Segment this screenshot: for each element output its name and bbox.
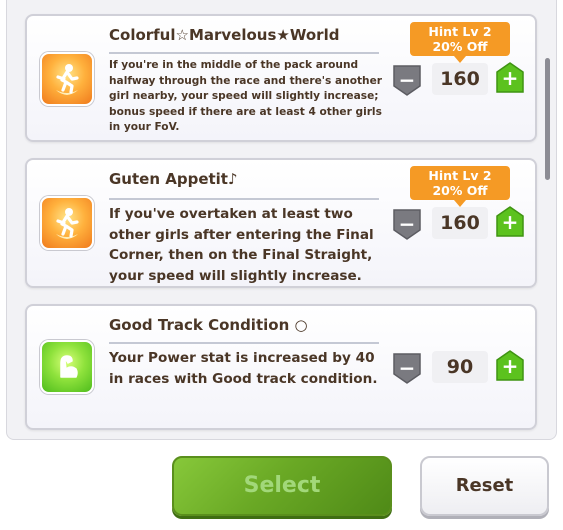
minus-icon: − <box>398 68 416 92</box>
skill-name: Good Track Condition ○ <box>109 316 308 334</box>
skill-card-guten-appetit[interactable]: Guten Appetit♪ If you've overtaken at le… <box>25 158 537 288</box>
decrease-button[interactable]: − <box>392 208 422 240</box>
speed-up-runner-icon <box>40 52 94 106</box>
hint-badge: Hint Lv 2 20% Off <box>410 22 510 63</box>
decrease-button[interactable]: − <box>392 64 422 96</box>
hint-level: Hint Lv 2 <box>428 24 492 39</box>
speed-up-runner-icon <box>40 196 94 250</box>
hint-badge: Hint Lv 2 20% Off <box>410 166 510 207</box>
skill-description: Your Power stat is increased by 40 in ra… <box>109 350 378 387</box>
skill-cost: 160 <box>432 63 488 95</box>
skill-card-colorful-marvelous-world[interactable]: Colorful☆Marvelous★World If you're in th… <box>25 14 537 142</box>
reset-button[interactable]: Reset <box>420 456 549 516</box>
hint-level: Hint Lv 2 <box>428 168 492 183</box>
minus-icon: − <box>398 356 416 380</box>
discount-label: 20% Off <box>432 39 488 54</box>
discount-label: 20% Off <box>432 183 488 198</box>
skill-cost: 160 <box>432 207 488 239</box>
plus-icon: + <box>501 66 519 90</box>
skill-card-good-track-condition[interactable]: Good Track Condition ○ Your Power stat i… <box>25 304 537 430</box>
skill-cost: 90 <box>432 351 488 383</box>
plus-icon: + <box>501 210 519 234</box>
increase-button[interactable]: + <box>495 62 525 94</box>
skill-description: If you're in the middle of the pack arou… <box>109 59 382 133</box>
increase-button[interactable]: + <box>495 350 525 382</box>
skill-name: Guten Appetit♪ <box>109 170 238 188</box>
divider <box>109 198 379 200</box>
skill-description: If you've overtaken at least two other g… <box>109 206 374 284</box>
plus-icon: + <box>501 354 519 378</box>
increase-button[interactable]: + <box>495 206 525 238</box>
divider <box>109 342 379 344</box>
scrollbar-thumb[interactable] <box>545 58 550 180</box>
select-button[interactable]: Select <box>172 456 392 516</box>
divider <box>109 52 379 54</box>
decrease-button[interactable]: − <box>392 352 422 384</box>
power-arm-icon <box>40 340 94 394</box>
skill-name: Colorful☆Marvelous★World <box>109 26 340 44</box>
minus-icon: − <box>398 212 416 236</box>
